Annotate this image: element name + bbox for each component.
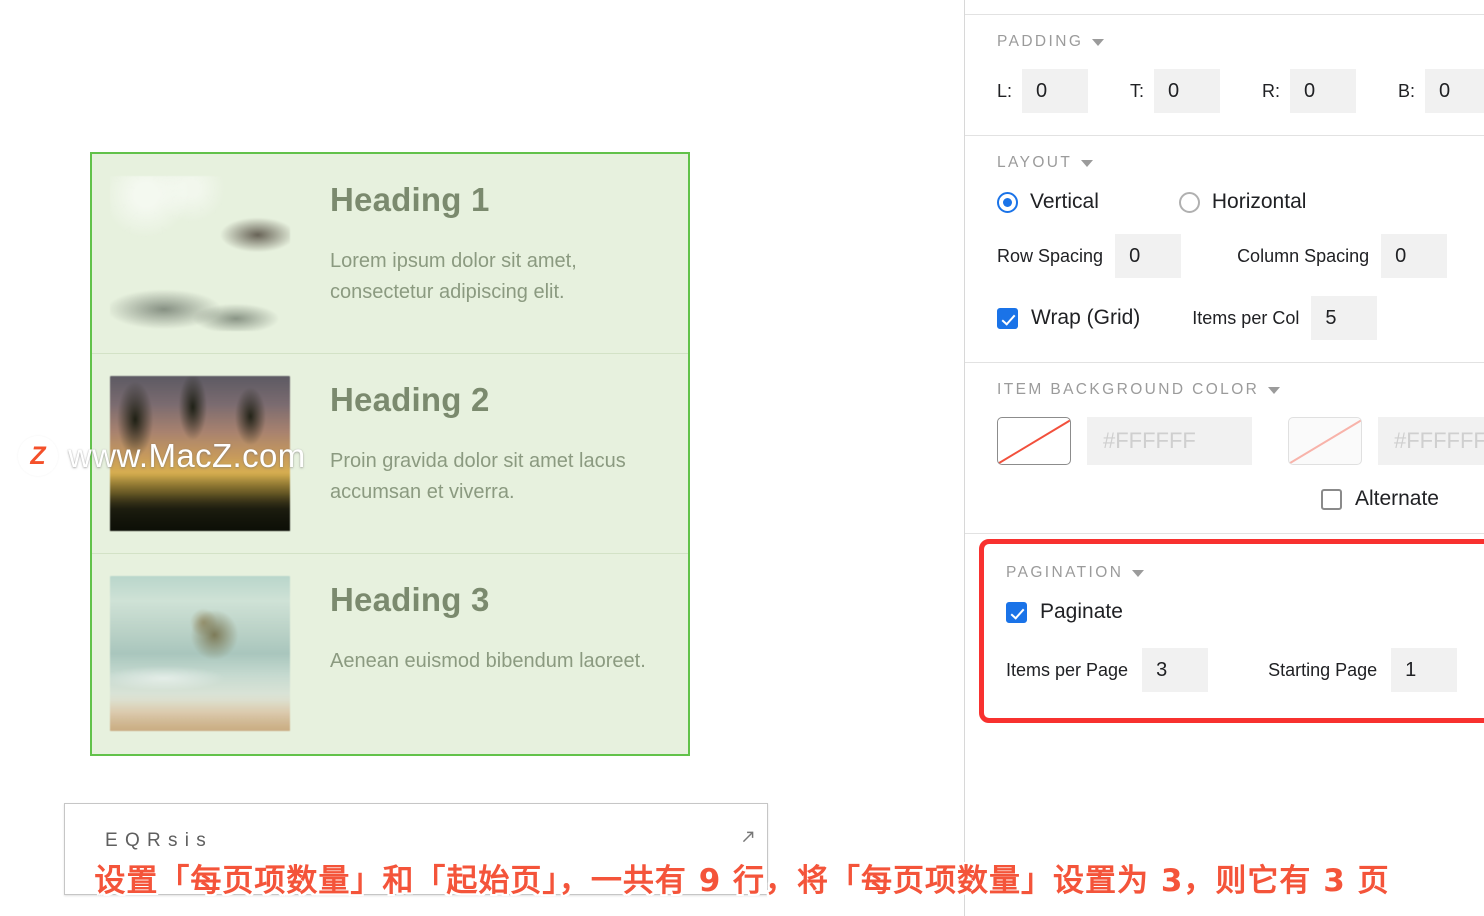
list-item-text: Heading 2 Proin gravida dolor sit amet l… bbox=[290, 376, 668, 508]
secondary-widget-text: E Q R s i s bbox=[105, 830, 207, 851]
chevron-down-icon[interactable] bbox=[1132, 569, 1145, 577]
list-item-thumbnail bbox=[110, 176, 290, 331]
wrap-grid-label: Wrap (Grid) bbox=[1031, 306, 1141, 329]
list-widget[interactable]: Heading 1 Lorem ipsum dolor sit amet, co… bbox=[90, 152, 690, 756]
secondary-widget[interactable]: E Q R s i s bbox=[64, 803, 768, 895]
column-spacing-label: Column Spacing bbox=[1237, 245, 1370, 266]
padding-top-input[interactable]: 0 bbox=[1154, 69, 1221, 113]
wrap-grid-checkbox[interactable] bbox=[997, 307, 1018, 329]
padding-top-group: T: 0 bbox=[1130, 69, 1221, 113]
primary-hex-input[interactable]: #FFFFFF bbox=[1087, 417, 1252, 465]
radio-horizontal-label: Horizontal bbox=[1211, 190, 1307, 213]
section-layout-header[interactable]: LAYOUT bbox=[997, 154, 1484, 172]
list-item[interactable]: Heading 3 Aenean euismod bibendum laoree… bbox=[92, 554, 688, 754]
section-item-background-color-header[interactable]: ITEM BACKGROUND COLOR bbox=[997, 381, 1484, 399]
list-item[interactable]: Heading 2 Proin gravida dolor sit amet l… bbox=[92, 354, 688, 554]
inspector-top-divider bbox=[965, 0, 1484, 15]
radio-horizontal[interactable]: Horizontal bbox=[1178, 190, 1307, 214]
watermark-badge-icon: Z bbox=[18, 436, 58, 476]
padding-top-label: T: bbox=[1130, 80, 1145, 101]
chevron-down-icon[interactable] bbox=[1268, 386, 1281, 394]
items-per-col-group: Items per Col 5 bbox=[1192, 296, 1378, 340]
no-color-swatch[interactable] bbox=[997, 417, 1071, 465]
section-layout: LAYOUT Vertical Horizontal Row Spacing 0… bbox=[965, 136, 1484, 363]
radio-vertical-label: Vertical bbox=[1030, 190, 1099, 213]
radio-horizontal-control[interactable] bbox=[1178, 191, 1200, 213]
list-item-thumbnail bbox=[110, 376, 290, 531]
radio-vertical-control[interactable] bbox=[997, 191, 1018, 213]
section-layout-title: LAYOUT bbox=[997, 154, 1073, 171]
list-item-heading: Heading 3 bbox=[330, 581, 490, 618]
list-item-body: Aenean euismod bibendum laoreet. bbox=[330, 650, 646, 673]
radio-vertical[interactable]: Vertical bbox=[997, 190, 1099, 214]
padding-right-input[interactable]: 0 bbox=[1290, 69, 1357, 113]
alternate-label: Alternate bbox=[1354, 487, 1439, 510]
padding-left-input[interactable]: 0 bbox=[1022, 69, 1089, 113]
starting-page-input[interactable]: 1 bbox=[1391, 648, 1458, 692]
list-item-heading: Heading 2 bbox=[330, 381, 490, 418]
padding-fields: L: 0 T: 0 R: 0 B: 0 bbox=[997, 69, 1484, 113]
spacing-fields: Row Spacing 0 Column Spacing 0 bbox=[997, 234, 1484, 278]
items-per-page-input[interactable]: 3 bbox=[1142, 648, 1209, 692]
column-spacing-input[interactable]: 0 bbox=[1381, 234, 1448, 278]
diagonal-slash-icon bbox=[998, 418, 1070, 464]
row-spacing-input[interactable]: 0 bbox=[1115, 234, 1182, 278]
list-item-text: Heading 3 Aenean euismod bibendum laoree… bbox=[290, 576, 668, 677]
resize-arrow-icon[interactable] bbox=[737, 826, 759, 848]
color-swatch-row: #FFFFFF #FFFFFF bbox=[997, 417, 1484, 465]
section-padding: PADDING L: 0 T: 0 R: 0 B: 0 bbox=[965, 15, 1484, 136]
application-window: Heading 1 Lorem ipsum dolor sit amet, co… bbox=[0, 0, 1484, 916]
alternate-checkbox[interactable] bbox=[1320, 488, 1342, 510]
section-pagination: PAGINATION Paginate Items per Page 3 Sta… bbox=[979, 539, 1484, 723]
pagination-fields: Items per Page 3 Starting Page 1 bbox=[1006, 648, 1484, 692]
canvas-area[interactable]: Heading 1 Lorem ipsum dolor sit amet, co… bbox=[0, 0, 964, 916]
section-item-background-color-title: ITEM BACKGROUND COLOR bbox=[997, 381, 1260, 398]
wrap-grid-row: Wrap (Grid) Items per Col 5 bbox=[997, 296, 1484, 340]
list-item-text: Heading 1 Lorem ipsum dolor sit amet, co… bbox=[290, 176, 668, 308]
padding-bottom-input[interactable]: 0 bbox=[1425, 69, 1484, 113]
section-item-background-color: ITEM BACKGROUND COLOR #FFFFFF #FFFFFF Al… bbox=[965, 363, 1484, 534]
section-pagination-title: PAGINATION bbox=[1006, 564, 1124, 581]
list-item-thumbnail bbox=[110, 576, 290, 731]
padding-left-group: L: 0 bbox=[997, 69, 1089, 113]
items-per-page-label: Items per Page bbox=[1006, 659, 1129, 680]
section-padding-title: PADDING bbox=[997, 33, 1084, 50]
section-padding-header[interactable]: PADDING bbox=[997, 33, 1484, 51]
row-spacing-label: Row Spacing bbox=[997, 245, 1104, 266]
layout-direction-group: Vertical Horizontal bbox=[997, 190, 1484, 214]
items-per-col-input[interactable]: 5 bbox=[1311, 296, 1378, 340]
list-item[interactable]: Heading 1 Lorem ipsum dolor sit amet, co… bbox=[92, 154, 688, 354]
list-item-body: Lorem ipsum dolor sit amet, consectetur … bbox=[330, 250, 577, 304]
list-item-body: Proin gravida dolor sit amet lacus accum… bbox=[330, 450, 626, 504]
alternate-color-pair: #FFFFFF bbox=[1288, 417, 1484, 465]
inspector-panel: PADDING L: 0 T: 0 R: 0 B: 0 LAYOUT Verti… bbox=[964, 0, 1484, 916]
chevron-down-icon[interactable] bbox=[1092, 38, 1105, 46]
paginate-checkbox[interactable] bbox=[1006, 601, 1027, 623]
paginate-row: Paginate bbox=[1006, 600, 1484, 624]
paginate-label: Paginate bbox=[1040, 600, 1123, 623]
alternate-hex-input[interactable]: #FFFFFF bbox=[1378, 417, 1484, 465]
list-item-heading: Heading 1 bbox=[330, 181, 490, 218]
chevron-down-icon[interactable] bbox=[1081, 159, 1094, 167]
no-color-swatch-disabled[interactable] bbox=[1288, 417, 1362, 465]
items-per-col-label: Items per Col bbox=[1192, 307, 1300, 328]
section-pagination-header[interactable]: PAGINATION bbox=[1006, 564, 1484, 582]
padding-bottom-group: B: 0 bbox=[1398, 69, 1484, 113]
padding-right-group: R: 0 bbox=[1262, 69, 1357, 113]
diagonal-slash-icon bbox=[1289, 418, 1361, 464]
padding-right-label: R: bbox=[1262, 80, 1281, 101]
starting-page-label: Starting Page bbox=[1268, 659, 1378, 680]
padding-bottom-label: B: bbox=[1398, 80, 1416, 101]
alternate-row: Alternate bbox=[997, 487, 1484, 511]
padding-left-label: L: bbox=[997, 80, 1013, 101]
primary-color-pair: #FFFFFF bbox=[997, 417, 1252, 465]
